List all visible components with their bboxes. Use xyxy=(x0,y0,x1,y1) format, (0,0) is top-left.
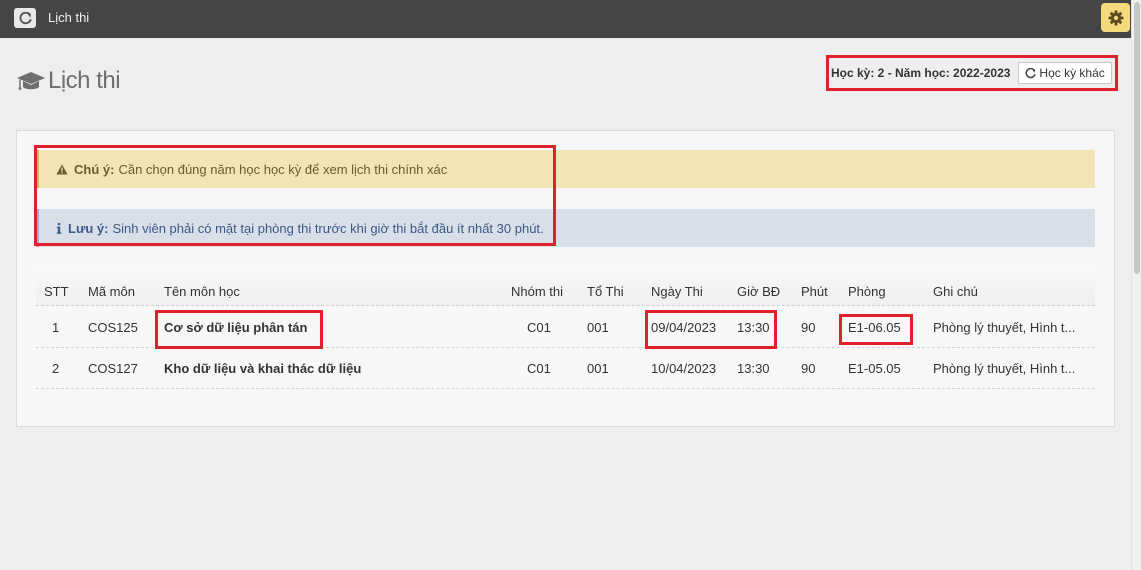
header-minutes: Phút xyxy=(801,284,828,299)
page-scrollbar[interactable] xyxy=(1131,0,1141,570)
header-note: Ghi chú xyxy=(933,284,978,299)
row-course-code: COS127 xyxy=(88,360,138,376)
reload-button[interactable] xyxy=(14,8,36,28)
page-title: Lịch thi xyxy=(16,66,121,96)
settings-button[interactable] xyxy=(1101,3,1130,32)
row-minutes: 90 xyxy=(801,360,816,376)
topbar-title: Lịch thi xyxy=(48,10,90,25)
row-exam-group: C01 xyxy=(527,319,551,335)
row-exam-group: C01 xyxy=(527,360,551,376)
row-course-code: COS125 xyxy=(88,319,138,335)
exam-date-highlight xyxy=(645,310,777,349)
row-stt: 1 xyxy=(52,319,60,335)
gear-icon xyxy=(1108,10,1123,25)
row-minutes: 90 xyxy=(801,319,816,335)
table-header: STT Mã môn Tên môn học Nhóm thi Tổ Thi N… xyxy=(36,266,1095,306)
change-term-button[interactable]: Học kỳ khác xyxy=(1018,62,1112,84)
change-term-label: Học kỳ khác xyxy=(1039,66,1105,80)
row-note: Phòng lý thuyết, Hình t... xyxy=(933,319,1076,335)
row-stt: 2 xyxy=(52,360,60,376)
header-exam-group: Nhóm thi xyxy=(511,284,564,299)
row-note: Phòng lý thuyết, Hình t... xyxy=(933,360,1076,376)
page-title-text: Lịch thi xyxy=(48,67,121,94)
course-name-highlight xyxy=(155,310,323,349)
row-exam-team: 001 xyxy=(587,360,609,376)
header-course-name: Tên môn học xyxy=(164,284,240,299)
refresh-icon xyxy=(18,11,32,24)
header-room: Phòng xyxy=(848,284,886,299)
header-start-time: Giờ BĐ xyxy=(737,284,781,299)
header-course-code: Mã môn xyxy=(88,284,135,299)
term-selector-highlight: Học kỳ: 2 - Năm học: 2022-2023 Học kỳ kh… xyxy=(826,55,1118,91)
term-label: Học kỳ: 2 - Năm học: 2022-2023 xyxy=(831,66,1011,80)
header-exam-team: Tổ Thi xyxy=(587,284,624,299)
header-stt: STT xyxy=(44,284,69,299)
row-exam-date: 10/04/2023 xyxy=(651,360,717,376)
refresh-icon xyxy=(1025,67,1037,78)
graduation-cap-icon xyxy=(17,72,45,90)
row-start-time: 13:30 xyxy=(737,360,770,376)
scrollbar-thumb[interactable] xyxy=(1134,2,1140,274)
row-exam-team: 001 xyxy=(587,319,609,335)
room-highlight xyxy=(839,314,913,345)
row-course-name: Kho dữ liệu và khai thác dữ liệu xyxy=(164,360,362,376)
alerts-highlight xyxy=(34,145,556,246)
top-bar: Lịch thi xyxy=(0,0,1131,38)
header-exam-date: Ngày Thi xyxy=(651,284,703,299)
table-row: 2 COS127 Kho dữ liệu và khai thác dữ liệ… xyxy=(36,348,1095,389)
row-room: E1-05.05 xyxy=(848,360,901,376)
